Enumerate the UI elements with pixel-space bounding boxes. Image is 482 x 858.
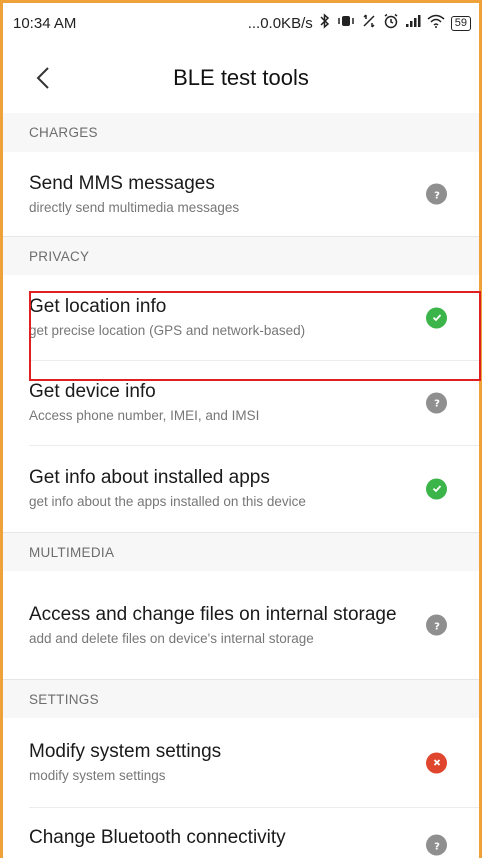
section-header-multimedia: MULTIMEDIA: [3, 532, 479, 571]
vibrate-icon: [337, 14, 355, 32]
permission-subtitle: directly send multimedia messages: [29, 199, 240, 215]
check-icon[interactable]: [426, 307, 447, 328]
svg-text:?: ?: [434, 399, 440, 409]
section-header-privacy: PRIVACY: [3, 236, 479, 275]
permission-item-system-settings[interactable]: Modify system settings modify system set…: [3, 718, 479, 807]
battery-icon: 59: [450, 15, 471, 31]
question-icon[interactable]: ?: [426, 614, 447, 636]
permission-title: Send MMS messages: [29, 172, 215, 194]
status-bar: 10:34 AM ...0.0KB/s 59: [3, 3, 479, 43]
net-speed: ...0.0KB/s: [247, 14, 313, 32]
permission-title: Get info about installed apps: [29, 467, 270, 488]
back-icon[interactable]: [29, 63, 57, 93]
section-header-charges: CHARGES: [3, 113, 479, 152]
wifi-icon: [427, 14, 445, 32]
status-time: 10:34 AM: [13, 14, 77, 32]
question-icon[interactable]: ?: [426, 392, 447, 413]
permission-item-installed-apps[interactable]: Get info about installed apps get info a…: [3, 445, 479, 532]
page-title: BLE test tools: [173, 65, 309, 90]
permission-subtitle: get info about the apps installed on thi…: [29, 494, 306, 509]
data-icon: [361, 13, 377, 33]
permission-subtitle: add and delete files on device's interna…: [29, 630, 314, 646]
permission-title: Access and change files on internal stor…: [29, 603, 397, 625]
question-icon[interactable]: ?: [426, 183, 447, 205]
alarm-icon: [383, 13, 399, 33]
permission-item-bluetooth[interactable]: Change Bluetooth connectivity ?: [3, 807, 479, 858]
permission-title: Get location info: [29, 296, 167, 317]
bluetooth-icon: [319, 13, 331, 33]
status-icons: ...0.0KB/s 59: [248, 13, 471, 33]
permission-title: Modify system settings: [29, 741, 222, 762]
permission-list: CHARGES Send MMS messages directly send …: [3, 113, 479, 858]
permission-subtitle: modify system settings: [29, 768, 166, 783]
permission-item-send-mms[interactable]: Send MMS messages directly send multimed…: [3, 152, 479, 236]
svg-text:?: ?: [434, 190, 440, 200]
permission-title: Change Bluetooth connectivity: [29, 827, 286, 848]
permission-title: Get device info: [29, 381, 156, 402]
permission-subtitle: Access phone number, IMEI, and IMSI: [29, 408, 260, 423]
question-icon[interactable]: ?: [426, 834, 447, 856]
permission-item-device-info[interactable]: Get device info Access phone number, IME…: [3, 360, 479, 445]
app-bar: BLE test tools: [3, 43, 479, 113]
section-header-settings: SETTINGS: [3, 679, 479, 718]
permission-item-location[interactable]: Get location info get precise location (…: [3, 275, 479, 360]
signal-icon: [405, 14, 421, 32]
svg-text:?: ?: [434, 621, 440, 631]
permission-item-internal-storage[interactable]: Access and change files on internal stor…: [3, 571, 479, 679]
phone-frame: 10:34 AM ...0.0KB/s 59 BLE test tools CH…: [0, 0, 482, 858]
check-icon[interactable]: [426, 478, 447, 499]
cross-icon[interactable]: [426, 752, 447, 773]
svg-text:?: ?: [434, 841, 440, 851]
permission-subtitle: get precise location (GPS and network-ba…: [29, 323, 306, 338]
